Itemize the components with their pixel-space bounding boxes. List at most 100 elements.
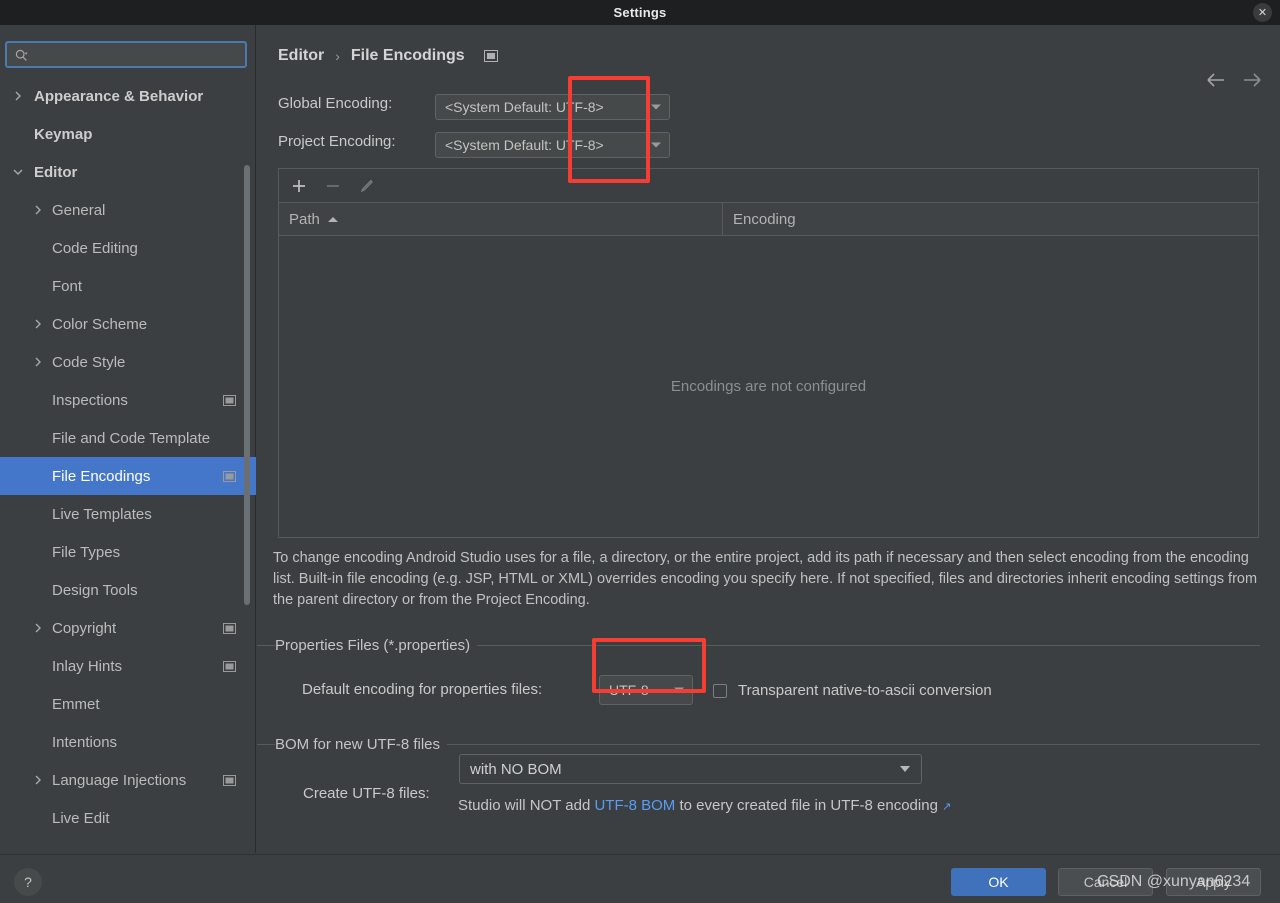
project-encoding-value: <System Default: UTF-8> bbox=[445, 137, 604, 153]
search-box[interactable] bbox=[5, 41, 247, 68]
global-encoding-combo[interactable]: <System Default: UTF-8> bbox=[435, 94, 670, 120]
sidebar-item-inspections[interactable]: Inspections bbox=[0, 381, 256, 419]
breadcrumb-parent[interactable]: Editor bbox=[278, 47, 324, 65]
apply-button[interactable]: Apply bbox=[1166, 868, 1261, 896]
project-settings-icon bbox=[223, 660, 236, 672]
sidebar-item-label: File and Code Template bbox=[52, 429, 211, 447]
sidebar-item-appearance-behavior[interactable]: Appearance & Behavior bbox=[0, 77, 256, 115]
close-icon[interactable]: ✕ bbox=[1253, 3, 1272, 22]
project-encoding-row: Project Encoding: bbox=[278, 133, 396, 150]
chevron-right-icon[interactable] bbox=[33, 775, 43, 785]
transparent-conversion-row[interactable]: Transparent native-to-ascii conversion bbox=[713, 682, 992, 699]
create-utf8-label-row: Create UTF-8 files: bbox=[303, 785, 430, 802]
sidebar-item-copyright[interactable]: Copyright bbox=[0, 609, 256, 647]
column-header-encoding[interactable]: Encoding bbox=[723, 203, 1258, 235]
encodings-table-panel: Path Encoding Encodings are not configur… bbox=[278, 168, 1259, 538]
chevron-right-icon[interactable] bbox=[13, 91, 23, 101]
sidebar-item-language-injections[interactable]: Language Injections bbox=[0, 761, 256, 799]
sidebar-item-design-tools[interactable]: Design Tools bbox=[0, 571, 256, 609]
sidebar-item-file-and-code-template[interactable]: File and Code Template bbox=[0, 419, 256, 457]
empty-state-text: Encodings are not configured bbox=[670, 377, 867, 395]
sidebar-item-live-edit[interactable]: Live Edit bbox=[0, 799, 256, 837]
encodings-table-body: Encodings are not configured bbox=[279, 236, 1258, 536]
sidebar-item-file-types[interactable]: File Types bbox=[0, 533, 256, 571]
global-encoding-label: Global Encoding: bbox=[278, 95, 393, 112]
settings-dialog: Settings ✕ Appearance & Behavior Keymap Ed… bbox=[0, 0, 1280, 903]
chevron-down-icon[interactable] bbox=[13, 167, 23, 177]
sidebar-item-keymap[interactable]: Keymap bbox=[0, 115, 256, 153]
project-settings-icon bbox=[483, 50, 498, 62]
sidebar-item-label: Editor bbox=[34, 163, 78, 181]
sidebar-item-label: General bbox=[52, 201, 106, 219]
sidebar-item-label: Live Templates bbox=[52, 505, 152, 523]
properties-encoding-label: Default encoding for properties files: bbox=[302, 681, 543, 698]
chevron-right-icon[interactable] bbox=[33, 205, 43, 215]
sidebar-item-label: Copyright bbox=[52, 619, 117, 637]
sidebar-item-label: Keymap bbox=[34, 125, 93, 143]
sidebar-scrollbar[interactable] bbox=[244, 165, 250, 605]
sidebar-item-intentions[interactable]: Intentions bbox=[0, 723, 256, 761]
sidebar-item-label: Appearance & Behavior bbox=[34, 87, 204, 105]
chevron-right-icon[interactable] bbox=[33, 319, 43, 329]
properties-encoding-combo[interactable]: UTF-8 bbox=[599, 675, 693, 705]
breadcrumb-separator: › bbox=[335, 48, 340, 64]
sidebar-item-font[interactable]: Font bbox=[0, 267, 256, 305]
sidebar-item-emmet[interactable]: Emmet bbox=[0, 685, 256, 723]
bom-note: Studio will NOT add UTF-8 BOM to every c… bbox=[458, 797, 951, 814]
sidebar-item-label: Code Editing bbox=[52, 239, 138, 257]
plus-icon[interactable] bbox=[290, 177, 308, 195]
column-header-path[interactable]: Path bbox=[279, 203, 723, 235]
sidebar-item-label: Font bbox=[52, 277, 83, 295]
create-utf8-label: Create UTF-8 files: bbox=[303, 785, 430, 802]
sidebar-item-label: Language Injections bbox=[52, 771, 187, 789]
window-title: Settings bbox=[613, 5, 667, 20]
encodings-table-header: Path Encoding bbox=[279, 203, 1258, 236]
bom-note-suffix: to every created file in UTF-8 encoding bbox=[675, 797, 943, 814]
project-settings-icon bbox=[223, 394, 236, 406]
sidebar-item-inlay-hints[interactable]: Inlay Hints bbox=[0, 647, 256, 685]
sidebar-item-code-style[interactable]: Code Style bbox=[0, 343, 256, 381]
sidebar-item-general[interactable]: General bbox=[0, 191, 256, 229]
nav-arrows bbox=[1205, 69, 1263, 91]
search-icon bbox=[15, 49, 28, 61]
global-encoding-row: Global Encoding: bbox=[278, 95, 392, 112]
transparent-conversion-checkbox[interactable] bbox=[713, 683, 727, 698]
sidebar-item-live-templates[interactable]: Live Templates bbox=[0, 495, 256, 533]
sidebar-item-label: Design Tools bbox=[52, 581, 138, 599]
sidebar-item-color-scheme[interactable]: Color Scheme bbox=[0, 305, 256, 343]
project-settings-icon bbox=[223, 622, 236, 634]
encodings-description: To change encoding Android Studio uses f… bbox=[273, 550, 1258, 608]
help-button[interactable]: ? bbox=[14, 868, 42, 896]
ok-button[interactable]: OK bbox=[951, 868, 1046, 896]
bom-note-prefix: Studio will NOT add bbox=[458, 797, 595, 814]
properties-encoding-value: UTF-8 bbox=[609, 682, 649, 698]
external-link-icon[interactable]: ↗ bbox=[942, 801, 951, 813]
settings-tree: Appearance & Behavior Keymap Editor General… bbox=[0, 77, 256, 853]
arrow-right-icon[interactable] bbox=[1241, 69, 1263, 91]
search-input[interactable] bbox=[33, 45, 241, 64]
create-utf8-combo[interactable]: with NO BOM bbox=[459, 754, 922, 784]
pencil-icon bbox=[358, 177, 376, 195]
sort-asc-icon bbox=[327, 216, 338, 222]
chevron-right-icon[interactable] bbox=[33, 623, 43, 633]
chevron-right-icon[interactable] bbox=[33, 357, 43, 367]
sidebar-item-label: Emmet bbox=[52, 695, 100, 713]
sidebar-item-code-editing[interactable]: Code Editing bbox=[0, 229, 256, 267]
settings-sidebar: Appearance & Behavior Keymap Editor General… bbox=[0, 25, 256, 853]
sidebar-item-label: Color Scheme bbox=[52, 315, 148, 333]
sidebar-item-label: Intentions bbox=[52, 733, 118, 751]
create-utf8-value: with NO BOM bbox=[470, 760, 562, 778]
encodings-toolbar bbox=[279, 169, 1258, 203]
cancel-button[interactable]: Cancel bbox=[1058, 868, 1153, 896]
global-encoding-value: <System Default: UTF-8> bbox=[445, 99, 604, 115]
sidebar-item-label: Live Edit bbox=[52, 809, 110, 827]
sidebar-item-file-encodings[interactable]: File Encodings bbox=[0, 457, 256, 495]
properties-section-title: Properties Files (*.properties) bbox=[275, 637, 478, 654]
settings-content: Editor › File Encodings Global Encoding:… bbox=[257, 25, 1280, 853]
arrow-left-icon[interactable] bbox=[1205, 69, 1227, 91]
sidebar-item-editor[interactable]: Editor bbox=[0, 153, 256, 191]
utf8-bom-link[interactable]: UTF-8 BOM bbox=[594, 797, 675, 814]
properties-encoding-label-row: Default encoding for properties files: bbox=[302, 681, 542, 698]
project-encoding-combo[interactable]: <System Default: UTF-8> bbox=[435, 132, 670, 158]
sidebar-item-label: File Types bbox=[52, 543, 121, 561]
